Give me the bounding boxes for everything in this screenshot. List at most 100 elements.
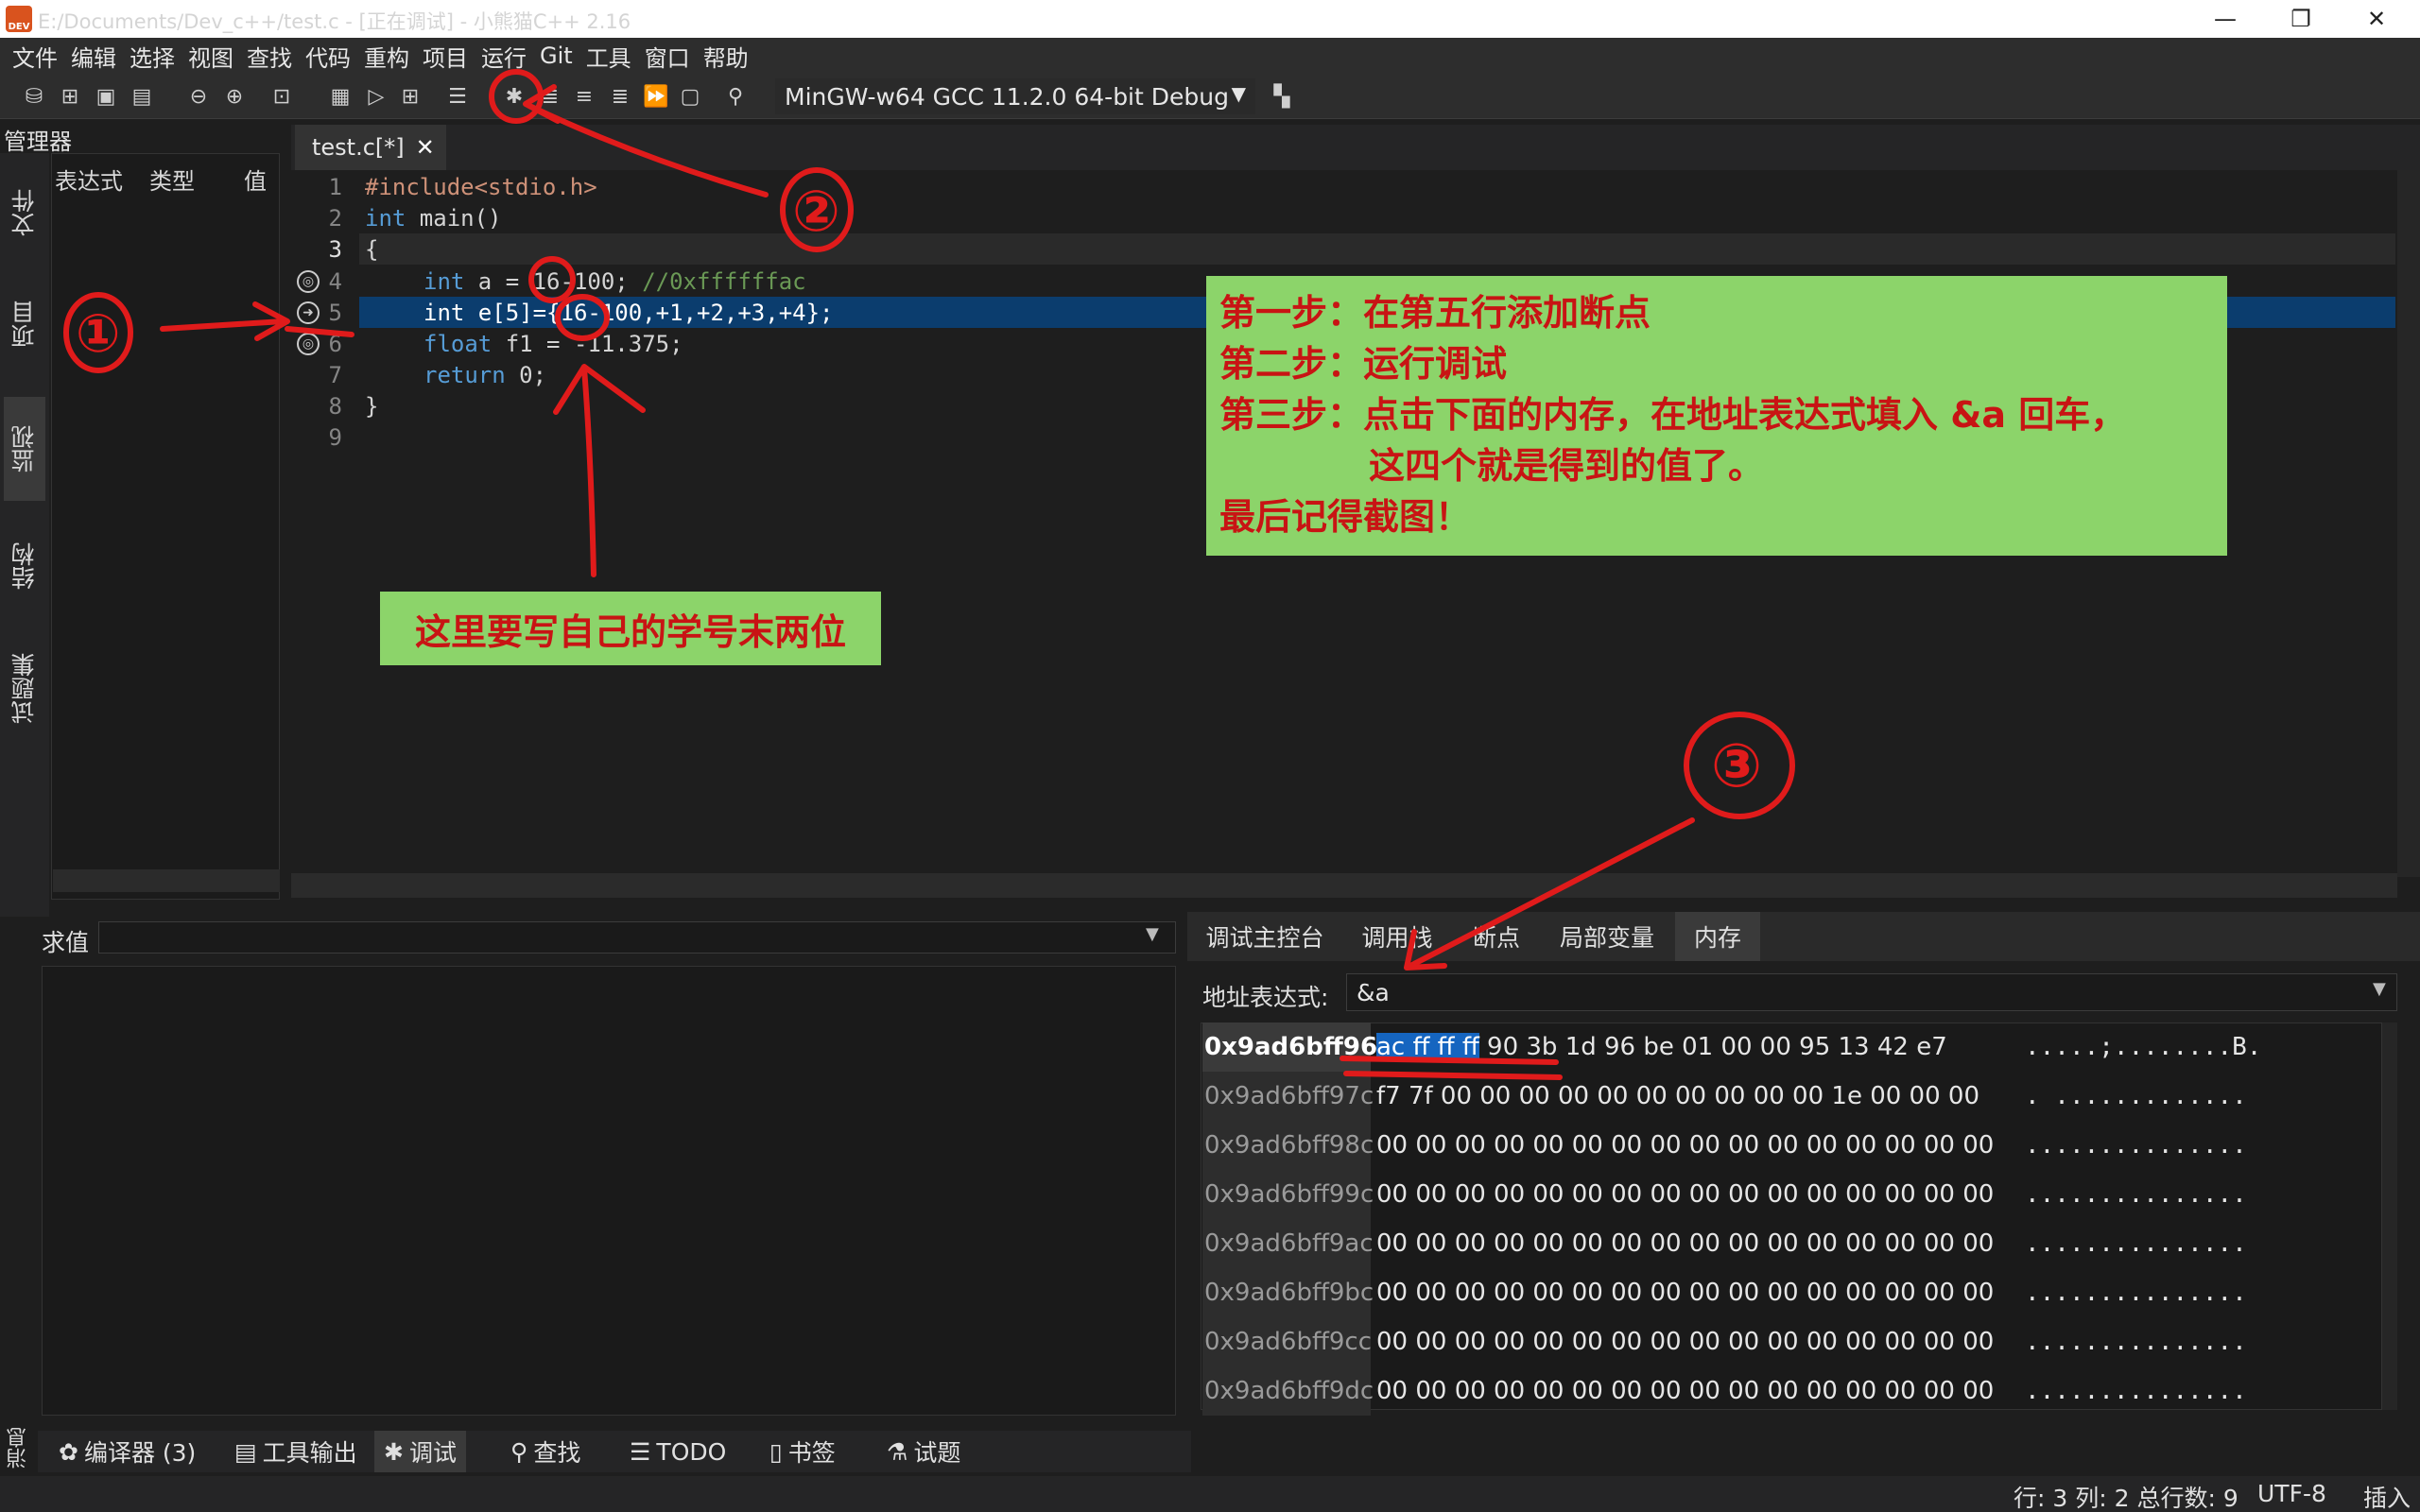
options-icon[interactable]: ☰ xyxy=(444,83,471,110)
memory-bytes-text: 00 00 00 00 00 00 00 00 00 00 00 00 00 0… xyxy=(1376,1180,1995,1209)
code-line-3: { xyxy=(365,236,378,263)
tab-find[interactable]: ⚲ 查找 xyxy=(501,1431,590,1472)
compiler-options-icon[interactable]: ▚ xyxy=(1269,83,1295,110)
menu-tools[interactable]: 工具 xyxy=(583,40,642,73)
menu-git[interactable]: Git xyxy=(537,43,583,69)
menu-edit[interactable]: 编辑 xyxy=(68,40,127,73)
compile-icon[interactable]: ▦ xyxy=(327,83,354,110)
memory-row[interactable]: 0x9ad6bff9dc 00 00 00 00 00 00 00 00 00 0… xyxy=(1202,1366,2247,1416)
side-tab-project[interactable]: 项目 xyxy=(4,274,45,374)
tab-breakpoints[interactable]: 断点 xyxy=(1456,912,1537,961)
memory-row[interactable]: 0x9ad6bff97c f7 7f 00 00 00 00 00 00 00 0… xyxy=(1202,1072,2247,1121)
memory-row[interactable]: 0x9ad6bff9ac 00 00 00 00 00 00 00 00 00 0… xyxy=(1202,1219,2247,1268)
format-icon[interactable]: ⊡ xyxy=(268,83,295,110)
memory-bytes: 00 00 00 00 00 00 00 00 00 00 00 00 00 0… xyxy=(1376,1229,1994,1258)
editor-horizontal-scrollbar[interactable] xyxy=(291,873,2397,898)
editor-vertical-scrollbar[interactable] xyxy=(2397,170,2420,877)
watch-header-value[interactable]: 值 xyxy=(244,163,267,196)
tab-problems[interactable]: ⚗ 试题 xyxy=(877,1431,970,1472)
close-window-icon[interactable]: ✕ xyxy=(2339,0,2414,38)
close-tab-icon[interactable]: ✕ xyxy=(416,134,435,161)
run-icon[interactable]: ▷ xyxy=(363,83,389,110)
memory-address: 0x9ad6bff9cc xyxy=(1202,1317,1372,1366)
chevron-down-icon[interactable]: ▼ xyxy=(1146,924,1159,944)
insert-mode: 插入 xyxy=(2363,1485,2411,1512)
menu-project[interactable]: 项目 xyxy=(420,40,478,73)
tab-todo[interactable]: ☰ TODO xyxy=(620,1431,735,1472)
step-over-icon[interactable]: ≣ xyxy=(537,83,563,110)
compiler-select[interactable]: MinGW-w64 GCC 11.2.0 64-bit Debug ▼ xyxy=(775,78,1255,114)
side-tab-watch[interactable]: 监视 xyxy=(4,397,45,501)
code-line-4: int a = 16-100; //0xffffffac xyxy=(424,268,806,295)
tab-call-stack[interactable]: 调用栈 xyxy=(1346,912,1448,961)
eval-input[interactable] xyxy=(98,921,1176,954)
restore-icon[interactable]: ❐ xyxy=(2263,0,2339,38)
debug-icon[interactable]: ✱ xyxy=(501,83,527,110)
side-tab-structure[interactable]: 结构 xyxy=(4,516,45,616)
instruction-note: 第一步：在第五行添加断点 第二步：运行调试 第三步：点击下面的内存，在地址表达式… xyxy=(1206,276,2227,556)
menu-refactor[interactable]: 重构 xyxy=(361,40,420,73)
chevron-down-icon[interactable]: ▼ xyxy=(2373,979,2386,999)
memory-row[interactable]: 0x9ad6bff99c 00 00 00 00 00 00 00 00 00 0… xyxy=(1202,1170,2247,1219)
menu-file[interactable]: 文件 xyxy=(9,40,68,73)
memory-bytes: 00 00 00 00 00 00 00 00 00 00 00 00 00 0… xyxy=(1376,1328,1994,1356)
tab-bookmarks[interactable]: ▯ 书签 xyxy=(760,1431,845,1472)
memory-bytes: 00 00 00 00 00 00 00 00 00 00 00 00 00 0… xyxy=(1376,1131,1994,1160)
memory-address: 0x9ad6bff9ac xyxy=(1202,1219,1374,1268)
compiler-icon: ✿ xyxy=(59,1437,78,1466)
execution-pointer-icon[interactable]: ➜ xyxy=(297,301,320,324)
menu-code[interactable]: 代码 xyxy=(302,40,361,73)
menu-select[interactable]: 选择 xyxy=(127,40,185,73)
watch-header-type[interactable]: 类型 xyxy=(149,163,195,196)
list-icon: ☰ xyxy=(630,1437,651,1466)
step-into-icon[interactable]: ≡ xyxy=(571,83,597,110)
compile-run-icon[interactable]: ⊞ xyxy=(397,83,424,110)
forward-icon[interactable]: ⊕ xyxy=(221,83,248,110)
code-keyword: int xyxy=(365,205,406,232)
code-keyword: float xyxy=(424,331,493,357)
tab-memory[interactable]: 内存 xyxy=(1675,912,1760,961)
tab-local-variables[interactable]: 局部变量 xyxy=(1545,912,1669,961)
address-expression-input[interactable]: &a xyxy=(1346,973,2397,1011)
stop-icon[interactable]: ▢ xyxy=(677,83,703,110)
step-out-icon[interactable]: ≣ xyxy=(607,83,633,110)
minimize-icon[interactable]: — xyxy=(2187,0,2263,38)
memory-scrollbar[interactable] xyxy=(2382,1022,2397,1410)
messages-label: 消息 xyxy=(7,1427,30,1469)
watch-scrollbar[interactable] xyxy=(53,869,280,892)
watch-panel[interactable] xyxy=(51,153,280,900)
save-all-icon[interactable]: ▤ xyxy=(129,83,155,110)
file-encoding[interactable]: UTF-8 xyxy=(2257,1480,2326,1507)
menu-view[interactable]: 视图 xyxy=(185,40,244,73)
save-icon[interactable]: ▣ xyxy=(93,83,119,110)
side-tab-files[interactable]: 文件 xyxy=(4,163,45,263)
new-file-icon[interactable]: ⊞ xyxy=(57,83,83,110)
memory-ascii: .....;........B. xyxy=(2025,1033,2262,1061)
tab-tool-output[interactable]: ▤ 工具输出 xyxy=(225,1431,367,1472)
menu-help[interactable]: 帮助 xyxy=(700,40,759,73)
side-tab-problemset[interactable]: 试题集 xyxy=(4,627,45,750)
breakpoint-icon[interactable]: ◎ xyxy=(297,333,320,355)
memory-row[interactable]: 0x9ad6bff9cc 00 00 00 00 00 00 00 00 00 0… xyxy=(1202,1317,2247,1366)
tab-debug[interactable]: ✱ 调试 xyxy=(374,1431,466,1472)
add-watch-icon[interactable]: ⚲ xyxy=(722,83,749,110)
new-project-icon[interactable]: ⛁ xyxy=(21,83,47,110)
memory-row[interactable]: 0x9ad6bff9bc 00 00 00 00 00 00 00 00 00 0… xyxy=(1202,1268,2247,1317)
back-icon[interactable]: ⊖ xyxy=(185,83,212,110)
watch-header-expression[interactable]: 表达式 xyxy=(55,163,123,196)
continue-icon[interactable]: ⏩ xyxy=(643,83,669,110)
window-title: E:/Documents/Dev_c++/test.c - [正在调试] - 小… xyxy=(38,10,631,33)
tab-compiler[interactable]: ✿ 编译器 (3) xyxy=(49,1431,205,1472)
memory-row[interactable]: 0x9ad6bff98c 00 00 00 00 00 00 00 00 00 0… xyxy=(1202,1121,2247,1170)
menu-search[interactable]: 查找 xyxy=(244,40,302,73)
code-keyword: return xyxy=(424,362,506,388)
editor-tab-test-c[interactable]: test.c[*] ✕ xyxy=(295,125,446,170)
memory-row[interactable]: 0x9ad6bff96c ac ff ff ff 90 3b 1d 96 be 0… xyxy=(1202,1022,2261,1072)
code-comment: //0xffffffac xyxy=(642,268,806,295)
menu-run[interactable]: 运行 xyxy=(478,40,537,73)
address-expression-value: &a xyxy=(1357,978,1390,1006)
breakpoint-icon[interactable]: ◎ xyxy=(297,270,320,293)
editor-tab-label: test.c[*] xyxy=(312,134,405,161)
menu-window[interactable]: 窗口 xyxy=(642,40,700,73)
tab-debug-console[interactable]: 调试主控台 xyxy=(1191,912,1339,961)
